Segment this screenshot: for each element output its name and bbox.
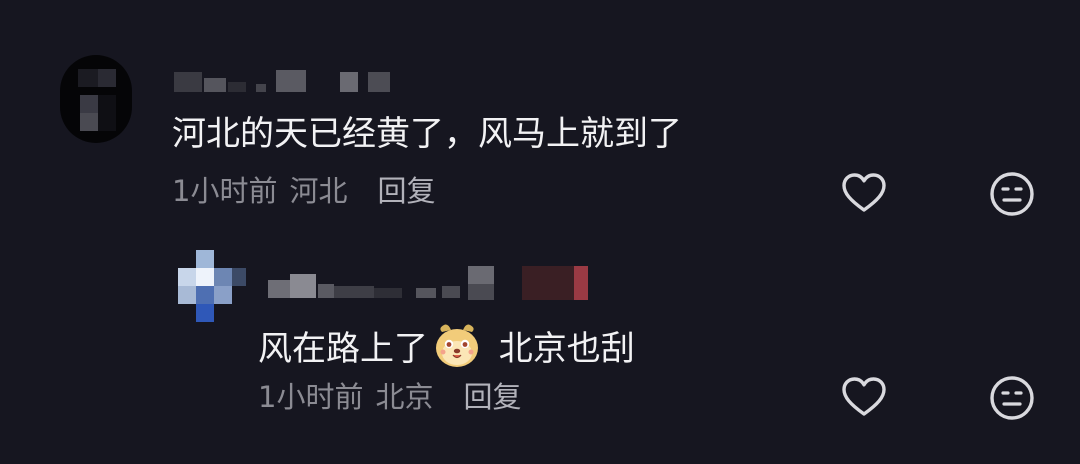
reply-button[interactable]: 回复 xyxy=(377,174,435,208)
username-blurred[interactable] xyxy=(268,266,618,306)
username-blurred[interactable] xyxy=(172,66,402,92)
reply-button[interactable]: 回复 xyxy=(463,380,521,414)
comment-time: 1小时前 xyxy=(172,174,278,208)
comment-location: 河北 xyxy=(289,174,348,208)
meh-face-icon[interactable] xyxy=(988,374,1036,422)
comment-text-part: 风在路上了 xyxy=(258,329,428,369)
comment-location: 北京 xyxy=(375,380,434,414)
avatar[interactable] xyxy=(178,250,250,322)
heart-outline-icon[interactable] xyxy=(840,374,888,422)
comment-meta: 1小时前 河北 回复 xyxy=(172,174,435,208)
comment-time: 1小时前 xyxy=(258,380,364,414)
comment-text: 河北的天已经黄了，风马上就到了 xyxy=(172,114,682,154)
comment-text: 风在路上了 北京也刮 xyxy=(258,320,635,370)
comment-meta: 1小时前 北京 回复 xyxy=(258,380,521,414)
heart-outline-icon[interactable] xyxy=(840,170,888,218)
comment-text-part: 北京也刮 xyxy=(488,329,635,369)
dog-face-emoji xyxy=(432,320,482,370)
meh-face-icon[interactable] xyxy=(988,170,1036,218)
avatar[interactable] xyxy=(52,55,140,143)
